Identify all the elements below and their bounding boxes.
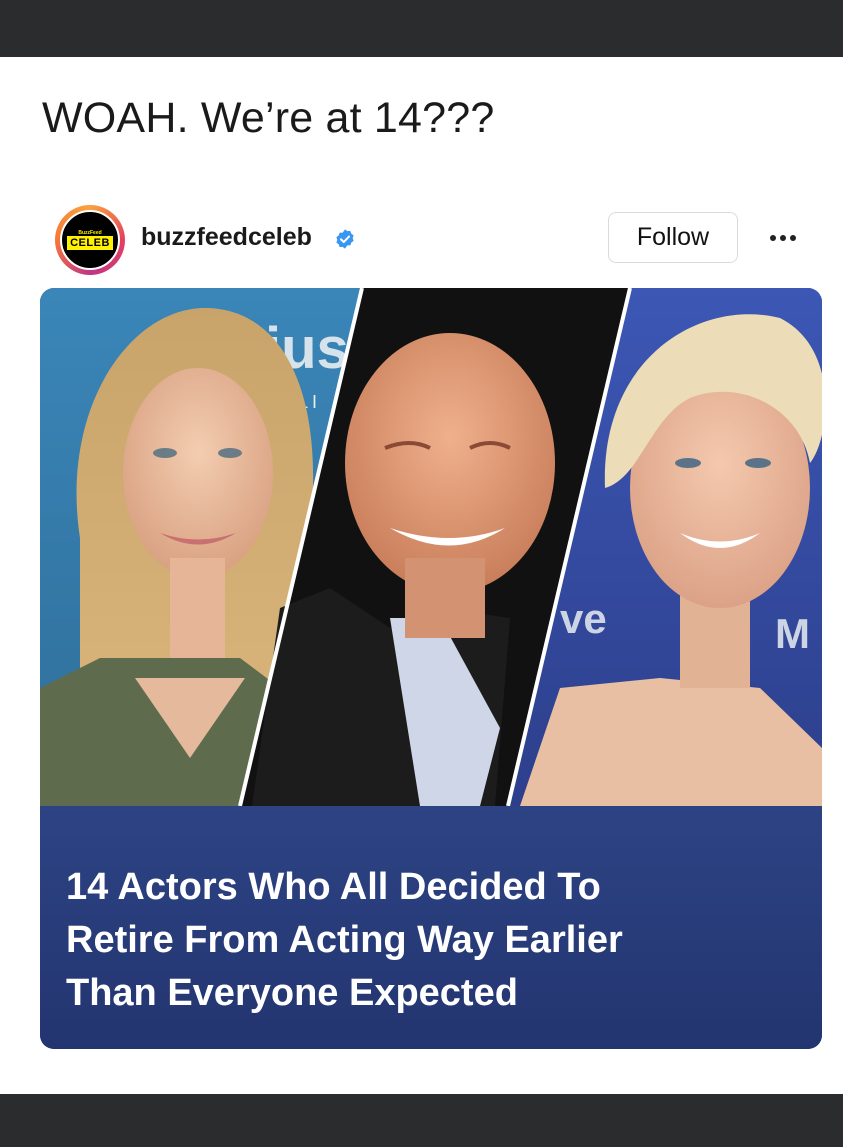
headline-line-3: Than Everyone Expected: [66, 972, 518, 1014]
more-options-icon[interactable]: [763, 228, 803, 248]
top-bar: [0, 0, 843, 57]
username[interactable]: buzzfeedceleb: [141, 223, 312, 252]
bottom-bar: [0, 1094, 843, 1147]
post-image-card[interactable]: ius LI ve M 14 Actors Who All Decided To…: [40, 288, 822, 1049]
headline-line-2: Retire From Acting Way Earlier: [66, 919, 623, 961]
avatar[interactable]: BuzzFeed CELEB: [55, 205, 125, 275]
headline-line-1: 14 Actors Who All Decided To: [66, 866, 601, 908]
right-backdrop-text-2: M: [775, 610, 810, 657]
right-backdrop-text: ve: [560, 595, 607, 642]
collage-photo: ius LI ve M: [40, 288, 822, 806]
avatar-logo: BuzzFeed CELEB: [60, 210, 120, 270]
headline-panel: 14 Actors Who All Decided To Retire From…: [40, 806, 822, 1049]
verified-badge-icon: [336, 229, 354, 249]
post-header: BuzzFeed CELEB buzzfeedceleb Follow: [55, 205, 815, 275]
follow-button[interactable]: Follow: [608, 212, 738, 263]
post-caption: WOAH. We’re at 14???: [42, 94, 495, 142]
avatar-text: CELEB: [67, 236, 113, 250]
